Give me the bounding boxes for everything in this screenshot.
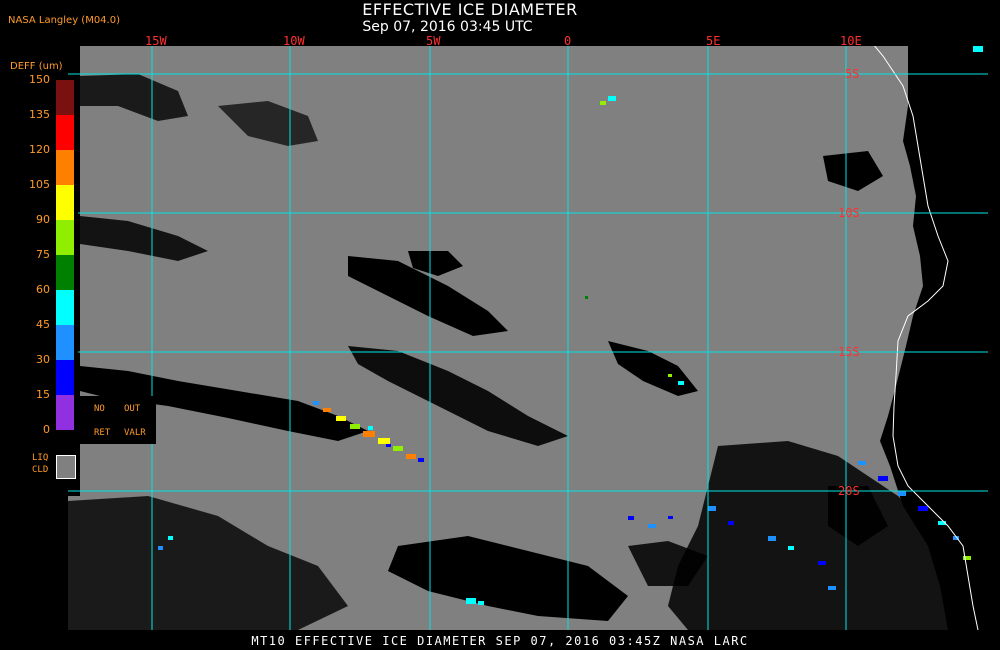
lat-label-15s: 15S [838, 345, 860, 359]
colorbar-segment-105-120 [56, 150, 74, 185]
colorbar-tick: 30 [36, 353, 50, 366]
map-timestamp: Sep 07, 2016 03:45 UTC [362, 19, 533, 35]
colorbar-tick: 150 [29, 73, 50, 86]
colorbar-tick: 60 [36, 283, 50, 296]
ice-cloud-speck-south [466, 598, 476, 604]
colorbar-segment-75-90 [56, 220, 74, 255]
out-of-range-label: OUT [124, 404, 141, 414]
colorbar-tick: 0 [43, 423, 50, 436]
satellite-map[interactable] [68, 46, 988, 630]
liquid-cloud-label: CLD [32, 465, 49, 475]
map-title: EFFECTIVE ICE DIAMETER [362, 0, 578, 19]
out-of-range-label: VALR [124, 428, 146, 438]
colorbar-segment-60-75 [56, 255, 74, 290]
lat-label-10s: 10S [838, 206, 860, 220]
no-retrieval-label: NO [94, 404, 105, 414]
colorbar-segment-120-135 [56, 115, 74, 150]
colorbar-segment-15-30 [56, 360, 74, 395]
no-retrieval-label: RET [94, 428, 111, 438]
colorbar-tick: 105 [29, 178, 50, 191]
ice-cloud-speck-north [608, 96, 616, 101]
colorbar-tick: 75 [36, 248, 50, 261]
colorbar-segment-45-60 [56, 290, 74, 325]
colorbar-tick: 135 [29, 108, 50, 121]
colorbar-tick: 15 [36, 388, 50, 401]
colorbar-tick: 45 [36, 318, 50, 331]
colorbar-tick: 120 [29, 143, 50, 156]
colorbar-segment-0-15 [56, 395, 74, 430]
colorbar-segment-90-105 [56, 185, 74, 220]
lat-label-20s: 20S [838, 484, 860, 498]
legend-title: DEFF (um) [10, 61, 63, 72]
footer-caption: MT10 EFFECTIVE ICE DIAMETER SEP 07, 2016… [251, 634, 749, 648]
colorbar-segment-135-150 [56, 80, 74, 115]
lat-label-5s: 5S [845, 67, 860, 81]
colorbar-segment-30-45 [56, 325, 74, 360]
liquid-cloud-swatch [56, 455, 76, 479]
liquid-cloud-label: LIQ [32, 453, 49, 463]
colorbar-tick: 90 [36, 213, 50, 226]
